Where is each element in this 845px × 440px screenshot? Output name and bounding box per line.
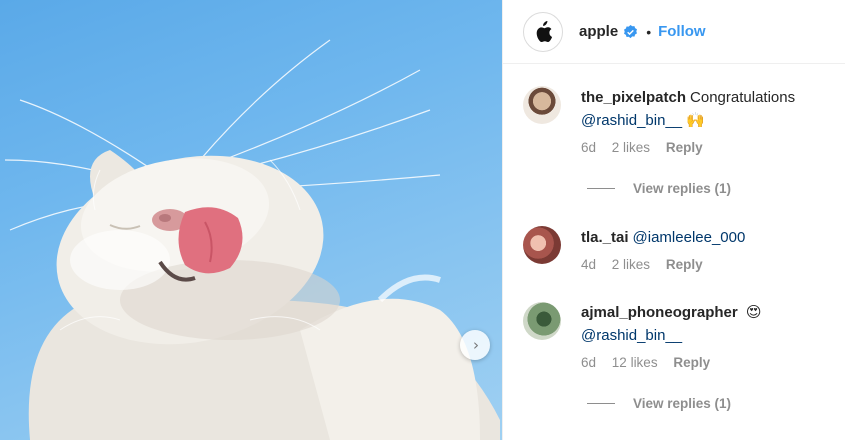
view-replies-label: View replies (1) — [633, 181, 732, 196]
commenter-avatar[interactable] — [523, 226, 561, 264]
comment-meta: 6d 2 likes Reply — [581, 140, 715, 155]
view-replies-button[interactable]: View replies (1) — [587, 181, 731, 196]
author-username[interactable]: apple — [579, 23, 618, 40]
view-replies-label: View replies (1) — [633, 396, 732, 411]
post-header: apple • Follow — [503, 0, 845, 64]
replies-divider-line — [587, 188, 615, 189]
comment-meta: 4d 2 likes Reply — [581, 257, 715, 272]
comment-likes[interactable]: 2 likes — [612, 140, 650, 155]
comment-age[interactable]: 6d — [581, 140, 596, 155]
commenter-avatar[interactable] — [523, 86, 561, 124]
comment-text: Congratulations — [690, 89, 796, 106]
post-photo[interactable]: › — [0, 0, 502, 440]
cat-photo-illustration — [4, 39, 500, 440]
post-side-panel: apple • Follow the_pixelpatch Congratulat… — [502, 0, 845, 440]
comment-likes[interactable]: 12 likes — [612, 355, 658, 370]
comment-username[interactable]: tla._tai — [581, 229, 629, 246]
comment-mention[interactable]: @rashid_bin__ — [581, 327, 682, 344]
comment-meta: 6d 12 likes Reply — [581, 355, 722, 370]
reply-button[interactable]: Reply — [673, 355, 710, 370]
comment-mention[interactable]: @rashid_bin__ — [581, 112, 682, 129]
comment-mention[interactable]: @iamleelee_000 — [633, 229, 746, 246]
view-replies-button[interactable]: View replies (1) — [587, 396, 731, 411]
reply-button[interactable]: Reply — [666, 257, 703, 272]
comment-age[interactable]: 6d — [581, 355, 596, 370]
comment-body: tla._tai @iamleelee_000 — [581, 226, 831, 249]
comment-username[interactable]: ajmal_phoneographer — [581, 304, 738, 321]
raised-hands-emoji: 🙌 — [686, 112, 705, 129]
comment-body: the_pixelpatch Congratulations @rashid_bi… — [581, 86, 831, 132]
header-separator: • — [646, 23, 652, 40]
apple-logo-icon — [536, 20, 553, 42]
next-photo-button[interactable]: › — [460, 330, 490, 360]
follow-button[interactable]: Follow — [658, 23, 706, 40]
comment-age[interactable]: 4d — [581, 257, 596, 272]
comment-likes[interactable]: 2 likes — [612, 257, 650, 272]
author-avatar[interactable] — [523, 11, 563, 52]
comment-username[interactable]: the_pixelpatch — [581, 89, 686, 106]
replies-divider-line — [587, 403, 615, 404]
verified-badge-icon — [624, 24, 638, 39]
reply-button[interactable]: Reply — [666, 140, 703, 155]
heart-eyes-emoji: 😍 — [745, 304, 762, 321]
commenter-avatar[interactable] — [523, 302, 561, 340]
chevron-right-icon: › — [473, 335, 479, 354]
comment-body: ajmal_phoneographer 😍 @rashid_bin__ — [581, 301, 831, 347]
